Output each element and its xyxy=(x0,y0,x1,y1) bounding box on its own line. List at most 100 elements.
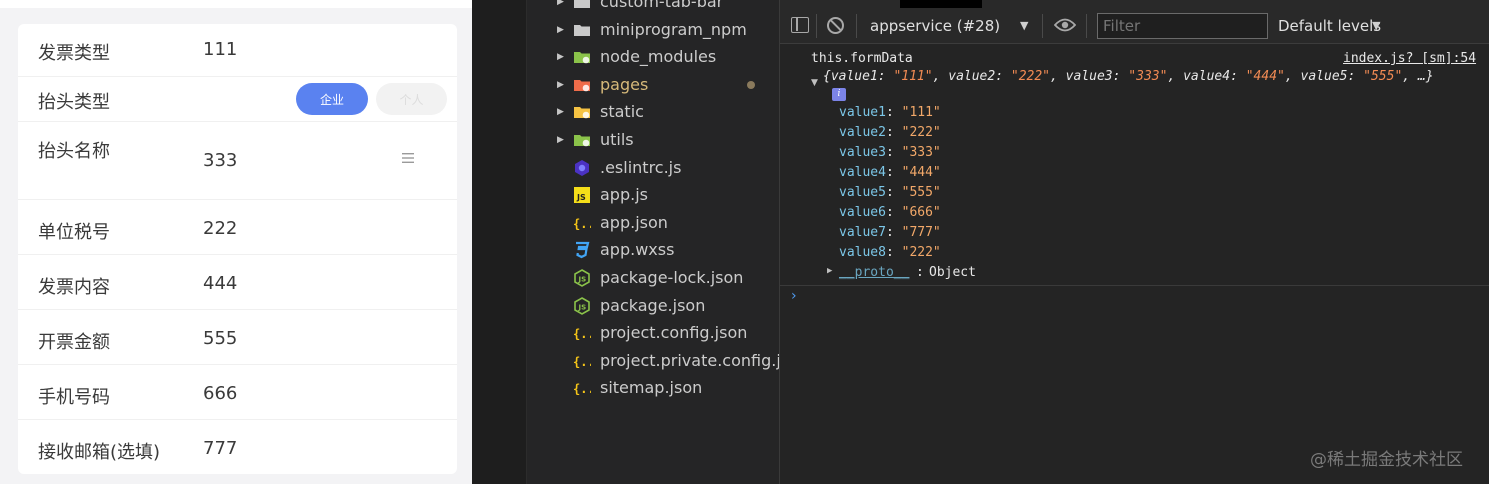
tree-folder[interactable]: ▶ custom-tab-bar xyxy=(527,0,779,15)
utils-folder-icon xyxy=(573,131,591,149)
prompt-chevron-icon[interactable]: › xyxy=(791,288,797,304)
field-value[interactable]: 666 xyxy=(203,383,237,404)
property-key: value5 xyxy=(839,185,886,200)
tree-file[interactable]: JS package.json xyxy=(527,293,779,319)
property-row[interactable]: value7: "777" xyxy=(839,225,941,240)
panel-divider[interactable] xyxy=(472,0,527,484)
tree-folder[interactable]: ▶ utils xyxy=(527,127,779,153)
chevron-right-icon[interactable]: ▶ xyxy=(557,134,565,146)
property-row[interactable]: value2: "222" xyxy=(839,125,941,140)
tree-folder[interactable]: ▶ miniprogram_npm xyxy=(527,17,779,43)
preview-open-brace: { xyxy=(823,69,831,84)
property-row[interactable]: value6: "666" xyxy=(839,205,941,220)
property-row[interactable]: value8: "222" xyxy=(839,245,941,260)
tree-file[interactable]: {..} project.config.json xyxy=(527,320,779,346)
field-label: 发票内容 xyxy=(38,277,110,298)
field-value[interactable]: 444 xyxy=(203,273,237,294)
proto-colon: : xyxy=(916,265,924,280)
tree-file[interactable]: app.wxss xyxy=(527,237,779,263)
property-row[interactable]: value3: "333" xyxy=(839,145,941,160)
tree-file[interactable]: {..} sitemap.json xyxy=(527,375,779,401)
tree-folder[interactable]: ▶ static xyxy=(527,99,779,125)
context-selector[interactable]: appservice (#28) xyxy=(870,17,1000,35)
sidebar-toggle-icon[interactable] xyxy=(791,17,809,33)
field-value[interactable]: 333 xyxy=(203,150,237,171)
info-badge-icon[interactable]: i xyxy=(832,88,846,101)
expand-triangle-icon[interactable]: ▼ xyxy=(811,78,818,88)
preview-value: "222" xyxy=(1010,69,1051,84)
modified-dot-icon xyxy=(747,80,755,89)
json-file-icon: {..} xyxy=(573,352,602,370)
tree-file[interactable]: .eslintrc.js xyxy=(527,155,779,181)
chevron-right-icon[interactable]: ▶ xyxy=(557,0,565,8)
clear-console-icon[interactable] xyxy=(827,17,844,34)
tree-item-label: package.json xyxy=(600,295,706,315)
enterprise-button[interactable]: 企业 xyxy=(296,83,368,115)
field-value[interactable]: 777 xyxy=(203,438,237,459)
tree-item-label: app.wxss xyxy=(600,240,675,260)
tree-file[interactable]: JS package-lock.json xyxy=(527,265,779,291)
tree-folder[interactable]: ▶ node_modules xyxy=(527,44,779,70)
eye-icon[interactable] xyxy=(1053,17,1077,33)
log-source-link[interactable]: index.js? [sm]:54 xyxy=(1343,51,1476,66)
preview-separator: , xyxy=(1167,69,1184,84)
eslint-icon xyxy=(573,159,591,177)
property-value: "444" xyxy=(901,165,941,180)
tree-file[interactable]: {..} app.json xyxy=(527,210,779,236)
form-row-title-name[interactable]: 抬头名称 333 xyxy=(18,122,457,200)
property-row[interactable]: value1: "111" xyxy=(839,105,941,120)
form-row-invoice-content[interactable]: 发票内容 444 xyxy=(18,255,457,310)
nodejs-file-icon: JS xyxy=(573,269,591,287)
form-row-tax-number[interactable]: 单位税号 222 xyxy=(18,200,457,255)
chevron-right-icon[interactable]: ▶ xyxy=(557,79,565,91)
log-levels-dropdown[interactable]: Default levels xyxy=(1278,17,1381,35)
property-key: value7 xyxy=(839,225,886,240)
form-row-invoice-amount[interactable]: 开票金额 555 xyxy=(18,310,457,365)
form-row-email[interactable]: 接收邮箱(选填) 777 xyxy=(18,420,457,474)
toolbar-divider xyxy=(856,14,857,38)
chevron-right-icon[interactable]: ▶ xyxy=(557,106,565,118)
preview-value: "111" xyxy=(893,69,933,84)
chevron-right-icon[interactable]: ▶ xyxy=(557,51,565,63)
personal-button[interactable]: 个人 xyxy=(376,83,447,115)
filter-input[interactable] xyxy=(1097,13,1268,39)
folder-icon xyxy=(573,0,591,11)
property-colon: : xyxy=(885,225,902,240)
tree-file[interactable]: {..} project.private.config.js... xyxy=(527,348,804,374)
node-folder-icon xyxy=(573,48,591,66)
simulator-panel: 发票类型 111 抬头类型 企业 个人 抬头名称 333 单位税号 222 发票… xyxy=(0,0,472,484)
menu-lines-icon[interactable] xyxy=(401,151,415,165)
field-label: 抬头类型 xyxy=(38,92,110,113)
tree-file[interactable]: JS app.js xyxy=(527,182,779,208)
field-label: 发票类型 xyxy=(38,43,110,64)
chevron-right-icon[interactable]: ▶ xyxy=(557,24,565,36)
preview-key: value4 xyxy=(1183,69,1231,84)
property-row[interactable]: value5: "555" xyxy=(839,185,941,200)
field-value[interactable]: 111 xyxy=(203,39,237,60)
object-preview[interactable]: {value1: "111", value2: "222", value3: "… xyxy=(823,69,1434,84)
preview-key: value3 xyxy=(1065,69,1113,84)
svg-text:{..}: {..} xyxy=(573,355,591,369)
toolbar-divider xyxy=(1042,14,1043,38)
field-label: 开票金额 xyxy=(38,332,110,353)
console-toolbar: appservice (#28) ▼ Default levels ▼ xyxy=(780,8,1489,44)
tree-item-label: pages xyxy=(600,74,649,94)
property-key: value6 xyxy=(839,205,886,220)
tree-folder[interactable]: ▶ pages xyxy=(527,72,779,98)
property-colon: : xyxy=(885,105,902,120)
chevron-down-icon[interactable]: ▼ xyxy=(1372,19,1380,32)
console-prompt-divider xyxy=(780,285,1489,286)
property-row[interactable]: value4: "444" xyxy=(839,165,941,180)
expand-triangle-icon[interactable]: ▶ xyxy=(827,266,832,276)
tree-item-label: app.js xyxy=(600,185,648,205)
tree-item-label: project.config.json xyxy=(600,323,748,343)
tree-item-label: .eslintrc.js xyxy=(600,157,682,177)
svg-text:JS: JS xyxy=(578,303,587,311)
field-label: 抬头名称 xyxy=(38,141,110,162)
property-value: "333" xyxy=(901,145,941,160)
form-row-invoice-type[interactable]: 发票类型 111 xyxy=(18,24,457,77)
chevron-down-icon[interactable]: ▼ xyxy=(1020,19,1028,32)
field-value[interactable]: 555 xyxy=(203,328,237,349)
field-value[interactable]: 222 xyxy=(203,218,237,239)
form-row-phone[interactable]: 手机号码 666 xyxy=(18,365,457,420)
